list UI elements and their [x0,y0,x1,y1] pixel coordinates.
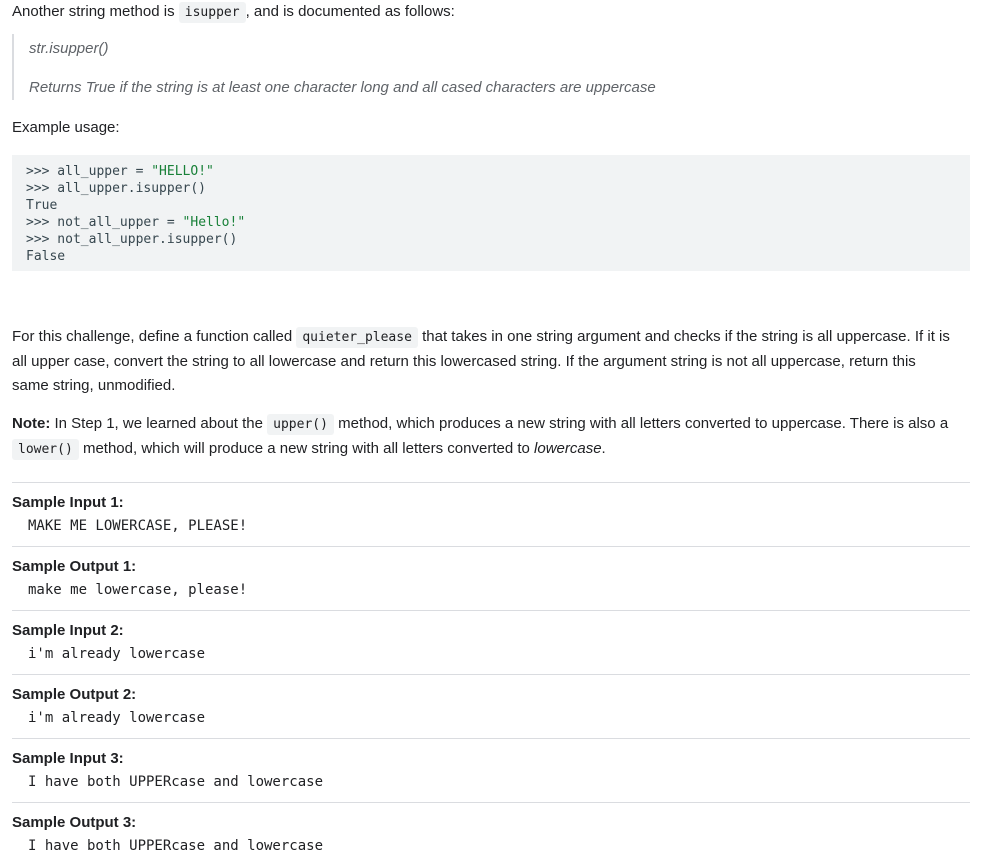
example-label: Example usage: [12,116,972,140]
challenge-paragraph: For this challenge, define a function ca… [12,325,972,398]
sample-output-3-value: I have both UPPERcase and lowercase [28,838,323,854]
intro-prefix: Another string method is [12,3,179,20]
divider [12,546,970,547]
intro-suffix: , and is documented as follows: [246,3,455,20]
sample-output-1-value: make me lowercase, please! [28,582,247,598]
quote-description: Returns True if the string is at least o… [29,79,656,96]
sample-input-3-label: Sample Input 3: [12,750,124,767]
lower-code: lower() [12,439,79,460]
note-paragraph: Note: In Step 1, we learned about the up… [12,412,972,462]
upper-code: upper() [267,414,334,435]
sample-output-3-label: Sample Output 3: [12,814,136,831]
sample-input-2-value: i'm already lowercase [28,646,205,662]
divider [12,738,970,739]
code-content: >>> all_upper = "HELLO!" >>> all_upper.i… [26,163,245,265]
divider [12,674,970,675]
sample-output-2-value: i'm already lowercase [28,710,205,726]
sample-input-3-value: I have both UPPERcase and lowercase [28,774,323,790]
sample-input-1-value: MAKE ME LOWERCASE, PLEASE! [28,518,247,534]
sample-output-1-label: Sample Output 1: [12,558,136,575]
doc-blockquote: str.isupper() Returns True if the string… [12,34,974,100]
divider [12,482,970,483]
sample-output-2-label: Sample Output 2: [12,686,136,703]
document-page: Another string method is isupper, and is… [0,0,1001,867]
isupper-code: isupper [179,2,246,23]
sample-input-1-label: Sample Input 1: [12,494,124,511]
function-name-code: quieter_please [296,327,418,348]
divider [12,802,970,803]
quote-signature: str.isupper() [29,40,108,57]
intro-paragraph: Another string method is isupper, and is… [12,0,972,25]
sample-input-2-label: Sample Input 2: [12,622,124,639]
code-block: >>> all_upper = "HELLO!" >>> all_upper.i… [12,155,970,271]
note-label: Note: [12,415,50,432]
divider [12,610,970,611]
